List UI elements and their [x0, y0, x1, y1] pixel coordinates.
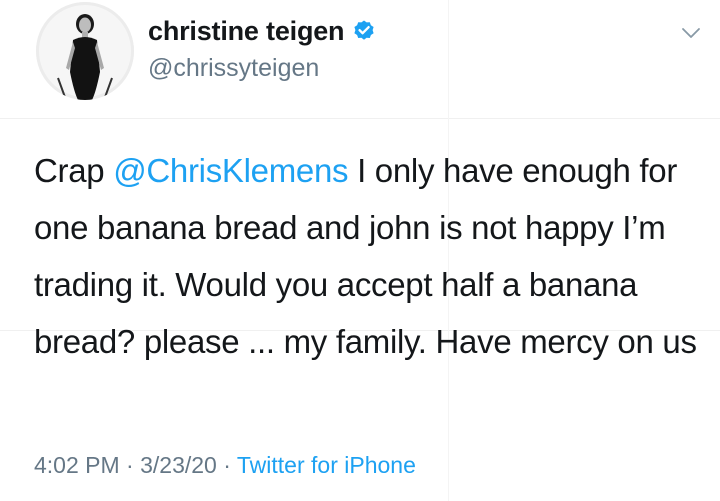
tweet-meta: 4:02 PM · 3/23/20 · Twitter for iPhone	[34, 452, 416, 479]
avatar[interactable]	[36, 2, 134, 100]
meta-separator: ·	[119, 452, 141, 478]
fold-line	[0, 118, 720, 119]
tweet-card: christine teigen @chrissyteigen Crap @Ch…	[0, 0, 720, 501]
tweet-source-link[interactable]: Twitter for iPhone	[237, 452, 416, 478]
tweet-date[interactable]: 3/23/20	[140, 452, 217, 478]
user-handle[interactable]: @chrissyteigen	[148, 54, 376, 83]
tweet-time[interactable]: 4:02 PM	[34, 452, 120, 478]
avatar-image	[36, 2, 134, 100]
tweet-text: Crap @ChrisKlemens I only have enough fo…	[34, 142, 704, 370]
user-header: christine teigen @chrissyteigen	[148, 14, 376, 83]
mention-link[interactable]: @ChrisKlemens	[113, 152, 348, 189]
display-name-row: christine teigen	[148, 14, 376, 48]
verified-badge-icon	[352, 19, 376, 43]
meta-separator: ·	[216, 452, 237, 478]
chevron-down-icon[interactable]	[680, 22, 702, 44]
tweet-text-start: Crap	[34, 152, 114, 189]
display-name[interactable]: christine teigen	[148, 16, 345, 47]
